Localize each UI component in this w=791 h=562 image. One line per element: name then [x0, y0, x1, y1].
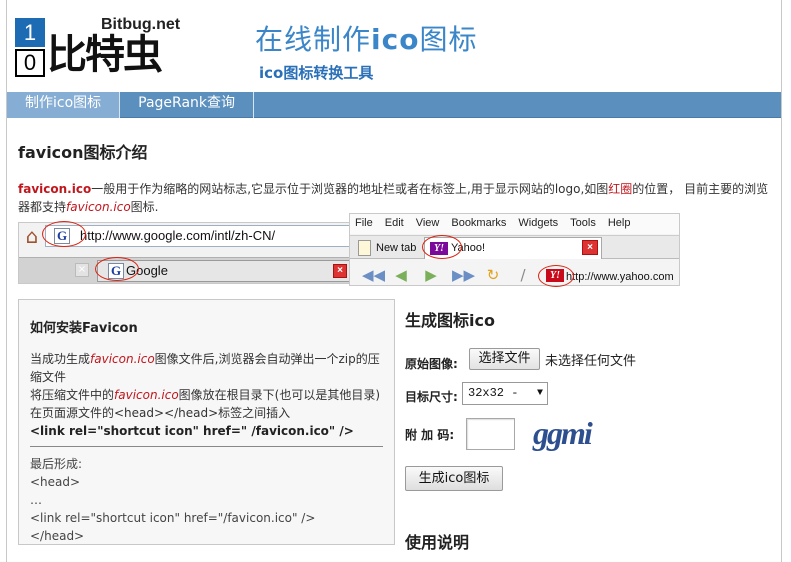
target-size-label: 目标尺寸: — [405, 390, 458, 404]
install-step-2: 将压缩文件中的favicon.ico图像放在根目录下(也可以是其他目录) — [30, 386, 383, 404]
site-title-bold: ico — [371, 23, 420, 56]
intro-italic: favicon.ico — [66, 200, 131, 214]
firefox-tab-new: New tab — [354, 238, 422, 258]
forward-icon: ▶ — [425, 266, 437, 284]
home-icon: ⌂ — [25, 224, 39, 248]
verification-code-input[interactable] — [466, 418, 515, 450]
file-status-text: 未选择任何文件 — [545, 354, 637, 369]
menu-file: File — [355, 217, 373, 229]
page-icon — [358, 240, 371, 256]
install-step-2-a: 将压缩文件中的 — [30, 388, 115, 402]
chrome-tab-row: × G Google × — [19, 257, 352, 283]
main-nav: 制作ico图标 PageRank查询 — [7, 92, 781, 118]
highlight-ring — [538, 265, 574, 287]
firefox-url-text: http://www.yahoo.com — [566, 271, 674, 283]
fast-forward-icon: ▶▶ — [452, 266, 476, 284]
target-size-select[interactable]: 32x32 - ▼ — [462, 382, 548, 405]
install-step-2-italic: favicon.ico — [114, 388, 179, 402]
page: 1 0 Bitbug.net 比特虫 在线制作ico图标 ico图标转换工具 制… — [6, 0, 782, 562]
intro-red-circle: 红圈 — [608, 182, 633, 196]
generate-ico-button[interactable]: 生成ico图标 — [405, 466, 503, 491]
install-code-snippet: <link rel="shortcut icon" href=" /favico… — [30, 424, 354, 438]
chrome-url-bar: G http://www.google.com/intl/zh-CN/ — [45, 225, 350, 247]
logo-digit-top: 1 — [15, 18, 45, 47]
install-step-1-a: 当成功生成 — [30, 352, 91, 366]
menu-widgets: Widgets — [518, 217, 559, 229]
site-title-suffix: 图标 — [419, 23, 478, 56]
firefox-tab-row: New tab Y! Yahoo! × — [350, 235, 679, 259]
firefox-toolbar: ◀◀ ◀ ▶ ▶▶ ↻ / Y! http://www.yahoo.com — [350, 264, 679, 286]
tab-close-icon: × — [582, 240, 598, 255]
tab-close-icon: × — [75, 263, 89, 277]
intro-heading: favicon图标介绍 — [18, 143, 148, 162]
install-step-3: 在页面源文件的<head></head>标签之间插入 — [30, 406, 291, 420]
back-icon: ◀ — [395, 266, 407, 284]
site-subtitle: ico图标转换工具 — [259, 64, 374, 82]
source-image-label: 原始图像: — [405, 357, 458, 371]
captcha-icon: ggmi — [532, 415, 595, 451]
menu-tools: Tools — [570, 217, 596, 229]
verification-code-label: 附 加 码: — [405, 428, 455, 442]
install-step-2-b: 图像放在根目录下(也可以是其他目录) — [178, 388, 381, 402]
install-step-1: 当成功生成favicon.ico图像文件后,浏览器会自动弹出一个zip的压缩文件 — [30, 350, 383, 386]
final-line-1: <head> — [30, 475, 81, 489]
divider — [30, 446, 383, 447]
firefox-illustration: File Edit View Bookmarks Widgets Tools H… — [349, 213, 680, 287]
install-heading: 如何安装Favicon — [30, 321, 138, 336]
captcha-text: ggmi — [532, 415, 593, 451]
menu-help: Help — [607, 217, 631, 229]
intro-text-3: 图标. — [130, 200, 159, 214]
tab-close-icon: × — [333, 264, 347, 278]
menu-view: View — [415, 217, 440, 229]
nav-item-make-ico[interactable]: 制作ico图标 — [7, 92, 121, 118]
chrome-illustration: ⌂ G http://www.google.com/intl/zh-CN/ × … — [18, 221, 353, 284]
edit-icon: / — [520, 266, 526, 284]
site-title-prefix: 在线制作 — [255, 23, 372, 56]
firefox-tab-new-label: New tab — [376, 242, 417, 254]
highlight-ring — [95, 257, 139, 281]
generator-title: 生成图标ico — [405, 311, 495, 330]
site-title: 在线制作ico图标 — [255, 18, 477, 58]
chrome-url-text: http://www.google.com/intl/zh-CN/ — [80, 228, 276, 243]
reload-icon: ↻ — [486, 266, 500, 284]
final-line-4: </head> — [30, 529, 85, 543]
menu-bookmarks: Bookmarks — [451, 217, 507, 229]
final-line-2: … — [30, 493, 42, 507]
menu-edit: Edit — [384, 217, 404, 229]
choose-file-button[interactable]: 选择文件 — [469, 348, 540, 370]
nav-item-pagerank[interactable]: PageRank查询 — [120, 92, 255, 118]
install-step-1-italic: favicon.ico — [90, 352, 155, 366]
firefox-menubar: File Edit View Bookmarks Widgets Tools H… — [350, 214, 679, 234]
intro-lead: favicon.ico — [18, 182, 92, 196]
logo-brand-cn: 比特虫 — [47, 32, 163, 78]
chevron-down-icon: ▼ — [536, 388, 543, 399]
logo-digit-bottom: 0 — [15, 49, 45, 77]
site-logo[interactable]: 1 0 Bitbug.net 比特虫 — [15, 16, 190, 80]
intro-paragraph: favicon.ico一般用于作为缩略的网站标志,它显示位于浏览器的地址栏或者在… — [18, 180, 778, 216]
intro-text-1: 一般用于作为缩略的网站标志,它显示位于浏览器的地址栏或者在标签上,用于显示网站的… — [91, 182, 609, 196]
install-favicon-box: 如何安装Favicon 当成功生成favicon.ico图像文件后,浏览器会自动… — [18, 299, 395, 545]
captcha-image[interactable]: ggmi — [531, 412, 611, 454]
final-label: 最后形成: — [30, 457, 83, 471]
final-line-3: <link rel="shortcut icon" href="/favicon… — [30, 511, 316, 525]
usage-title: 使用说明 — [405, 533, 470, 552]
highlight-ring — [422, 235, 462, 259]
target-size-value: 32x32 - — [468, 386, 519, 400]
rewind-icon: ◀◀ — [362, 266, 386, 284]
highlight-ring — [42, 221, 86, 247]
